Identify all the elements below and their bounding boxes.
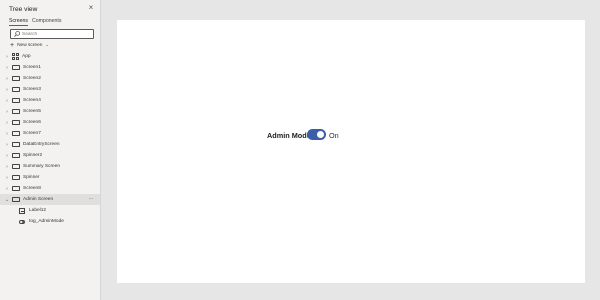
chevron-down-icon[interactable]: ⌄ [4, 197, 10, 203]
screen-icon [12, 174, 20, 181]
chevron-right-icon[interactable]: › [4, 109, 10, 115]
screen-icon [12, 75, 20, 82]
chevron-right-icon[interactable]: › [4, 164, 10, 170]
screen-icon [12, 141, 20, 148]
close-icon[interactable]: × [87, 4, 95, 12]
chevron-right-icon[interactable]: › [4, 131, 10, 137]
tree-item-summary-screen[interactable]: › Summary Screen [0, 161, 100, 172]
screen-icon [12, 108, 20, 115]
tree-item-label: Screen1 [23, 65, 41, 70]
chevron-right-icon[interactable]: › [4, 142, 10, 148]
app-icon [12, 53, 19, 60]
tree-item-label12[interactable]: Label12 [0, 205, 100, 216]
chevron-right-icon[interactable]: › [4, 65, 10, 71]
search-input[interactable] [22, 31, 92, 37]
tree-item-label: App [22, 54, 31, 59]
tree-item-screen8[interactable]: › Screen8 [0, 183, 100, 194]
tree-item-screen7[interactable]: › Screen7 [0, 128, 100, 139]
screen-icon [12, 163, 20, 170]
tree-item-label: Screen5 [23, 109, 41, 114]
tree-item-screen5[interactable]: › Screen5 [0, 106, 100, 117]
chevron-down-icon: ⌄ [45, 42, 50, 47]
tab-components[interactable]: Components [32, 18, 61, 24]
screen-icon [12, 185, 20, 192]
chevron-right-icon[interactable]: › [4, 54, 10, 60]
chevron-right-icon[interactable]: › [4, 153, 10, 159]
label-icon [19, 207, 25, 214]
screen-canvas: Admin Mode On [117, 20, 585, 283]
screen-icon [12, 86, 20, 93]
screen-icon [12, 119, 20, 126]
tree-item-label: Spinner [23, 175, 40, 180]
tree-item-label: Summary Screen [23, 164, 61, 169]
screen-icon [12, 196, 20, 203]
chevron-right-icon[interactable]: › [4, 120, 10, 126]
tree-item-label: Admin Screen [23, 197, 54, 202]
tree-item-label: Screen4 [23, 98, 41, 103]
toggle-icon [19, 219, 25, 224]
tree-item-label: Screen3 [23, 87, 41, 92]
tree-item-screen2[interactable]: › Screen2 [0, 73, 100, 84]
tree-item-label: DataEntryScreen [23, 142, 60, 147]
tree-item-label: Screen8 [23, 186, 41, 191]
tree-item-screen3[interactable]: › Screen3 [0, 84, 100, 95]
tree-item-label: tog_AdminMode [29, 219, 64, 224]
screen-icon [12, 64, 20, 71]
tab-screens[interactable]: Screens [9, 18, 29, 26]
tree-item-screen1[interactable]: › Screen1 [0, 62, 100, 73]
panel-title: Tree view [9, 6, 38, 13]
new-screen-button[interactable]: + New screen ⌄ [10, 41, 49, 49]
tree-item-label: Screen7 [23, 131, 41, 136]
toggle-knob [317, 131, 324, 138]
search-icon [14, 31, 20, 37]
tree-item-spinner[interactable]: › Spinner [0, 172, 100, 183]
screen-icon [12, 152, 20, 159]
chevron-right-icon[interactable]: › [4, 98, 10, 104]
tree-item-spinner2[interactable]: › Spinner2 [0, 150, 100, 161]
tree-item-dataentryscreen[interactable]: › DataEntryScreen [0, 139, 100, 150]
chevron-right-icon[interactable]: › [4, 175, 10, 181]
plus-icon: + [10, 41, 15, 49]
tree-item-app[interactable]: › App [0, 51, 100, 62]
admin-mode-toggle[interactable] [307, 129, 326, 140]
tree-item-admin-screen[interactable]: ⌄ Admin Screen ··· [0, 194, 100, 205]
screen-icon [12, 130, 20, 137]
tree-item-label: Screen6 [23, 120, 41, 125]
admin-mode-label: Admin Mode [267, 131, 311, 140]
tree-item-screen6[interactable]: › Screen6 [0, 117, 100, 128]
tree-item-screen4[interactable]: › Screen4 [0, 95, 100, 106]
tree-item-label: Screen2 [23, 76, 41, 81]
screen-icon [12, 97, 20, 104]
new-screen-label: New screen [17, 42, 43, 48]
tree-view-panel: Tree view × Screens Components + New scr… [0, 0, 101, 300]
chevron-right-icon[interactable]: › [4, 186, 10, 192]
tree-item-tog-adminmode[interactable]: tog_AdminMode [0, 216, 100, 227]
chevron-right-icon[interactable]: › [4, 87, 10, 93]
toggle-state-label: On [329, 131, 339, 140]
tree-item-label: Label12 [29, 208, 47, 213]
tree-item-label: Spinner2 [23, 153, 43, 158]
chevron-right-icon[interactable]: › [4, 76, 10, 82]
more-options-icon[interactable]: ··· [89, 196, 94, 202]
search-box[interactable] [10, 29, 94, 39]
